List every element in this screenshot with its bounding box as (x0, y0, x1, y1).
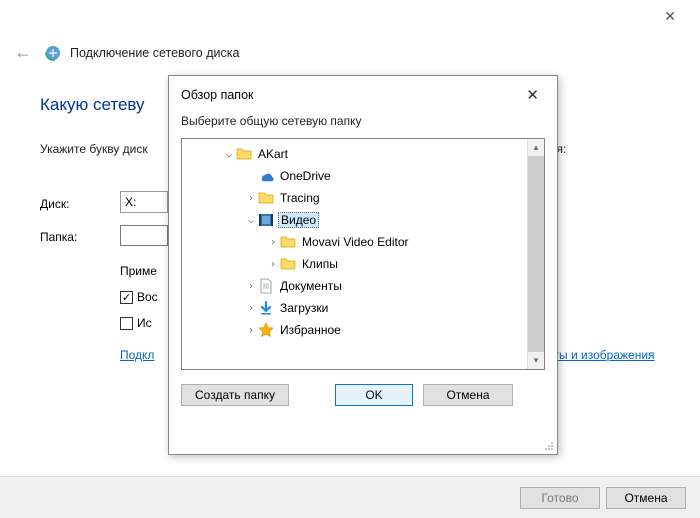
tree-item-label: AKart (256, 147, 290, 161)
tree-item-label: Movavi Video Editor (300, 235, 411, 249)
tree-item[interactable]: › Избранное (182, 319, 544, 341)
network-drive-icon (44, 44, 62, 62)
connect-website-link[interactable]: Подкл (120, 348, 154, 362)
tree-item-label: Tracing (278, 191, 322, 205)
wizard-title: Подключение сетевого диска (70, 46, 239, 60)
chevron-right-icon[interactable]: › (266, 259, 280, 270)
window-close-button[interactable]: ✕ (652, 4, 688, 29)
cancel-button[interactable]: Отмена (606, 487, 686, 509)
finish-button[interactable]: Готово (520, 487, 600, 509)
tree-item-label: OneDrive (278, 169, 333, 183)
example-label: Приме (120, 264, 157, 278)
tree-item[interactable]: ⌵ Видео (182, 209, 544, 231)
chevron-right-icon[interactable]: › (244, 303, 258, 314)
scroll-thumb[interactable] (528, 156, 544, 352)
wizard-footer: Готово Отмена (0, 476, 700, 518)
other-credentials-label: Ис (137, 316, 152, 330)
dialog-instruction: Выберите общую сетевую папку (169, 108, 557, 138)
tree-item-label: Клипы (300, 257, 340, 271)
tree-item[interactable]: › Movavi Video Editor (182, 231, 544, 253)
reconnect-checkbox[interactable]: ✓ Вос (120, 290, 158, 304)
star-icon (258, 322, 274, 338)
other-credentials-checkbox[interactable]: Ис (120, 316, 152, 330)
reconnect-label: Вос (137, 290, 158, 304)
back-arrow-icon[interactable]: ← (10, 40, 36, 65)
new-folder-button[interactable]: Создать папку (181, 384, 289, 406)
folder-icon (280, 256, 296, 272)
tree-item[interactable]: ⌵ AKart (182, 143, 544, 165)
folder-input[interactable] (120, 225, 168, 246)
folder-tree: ⌵ AKart ·OneDrive › Tracing ⌵ Видео › Movavi Vid… (181, 138, 545, 370)
tree-item[interactable]: › Документы (182, 275, 544, 297)
folder-icon (280, 234, 296, 250)
dialog-button-row: Создать папку OK Отмена (169, 370, 557, 406)
browse-folder-dialog: Обзор папок ✕ Выберите общую сетевую пап… (168, 75, 558, 455)
tree-item[interactable]: › Tracing (182, 187, 544, 209)
folder-icon (236, 146, 252, 162)
document-icon (258, 278, 274, 294)
chevron-down-icon[interactable]: ⌵ (244, 215, 258, 226)
dialog-cancel-button[interactable]: Отмена (423, 384, 513, 406)
dialog-titlebar: Обзор папок ✕ (169, 76, 557, 108)
tree-item[interactable]: › Загрузки (182, 297, 544, 319)
resize-grip-icon[interactable] (543, 440, 555, 452)
dialog-title: Обзор папок (181, 88, 254, 102)
chevron-right-icon[interactable]: › (244, 325, 258, 336)
folder-icon (258, 190, 274, 206)
checkbox-unchecked-icon (120, 317, 133, 330)
disk-label: Диск: (40, 197, 69, 211)
download-icon (258, 300, 274, 316)
chevron-right-icon[interactable]: › (266, 237, 280, 248)
scroll-down-icon[interactable]: ▾ (528, 352, 544, 369)
checkbox-checked-icon: ✓ (120, 291, 133, 304)
disk-value: X: (125, 195, 136, 209)
tree-item-label: Видео (278, 212, 319, 228)
disk-select[interactable]: X: (120, 191, 168, 213)
onedrive-icon (258, 168, 274, 184)
tree-item[interactable]: ·OneDrive (182, 165, 544, 187)
page-heading: Какую сетеву (40, 95, 145, 115)
dialog-close-button[interactable]: ✕ (520, 86, 545, 104)
ok-button[interactable]: OK (335, 384, 413, 406)
instruction-text: Укажите букву диск (40, 142, 148, 156)
tree-item-label: Документы (278, 279, 344, 293)
chevron-right-icon[interactable]: › (244, 281, 258, 292)
scroll-up-icon[interactable]: ▴ (528, 139, 544, 156)
chevron-down-icon[interactable]: ⌵ (222, 149, 236, 160)
video-icon (258, 212, 274, 228)
chevron-right-icon[interactable]: › (244, 193, 258, 204)
tree-item[interactable]: › Клипы (182, 253, 544, 275)
tree-item-label: Избранное (278, 323, 343, 337)
folder-label: Папка: (40, 230, 77, 244)
wizard-header: ← Подключение сетевого диска (10, 40, 239, 65)
tree-scrollbar[interactable]: ▴ ▾ (527, 139, 544, 369)
tree-item-label: Загрузки (278, 301, 330, 315)
